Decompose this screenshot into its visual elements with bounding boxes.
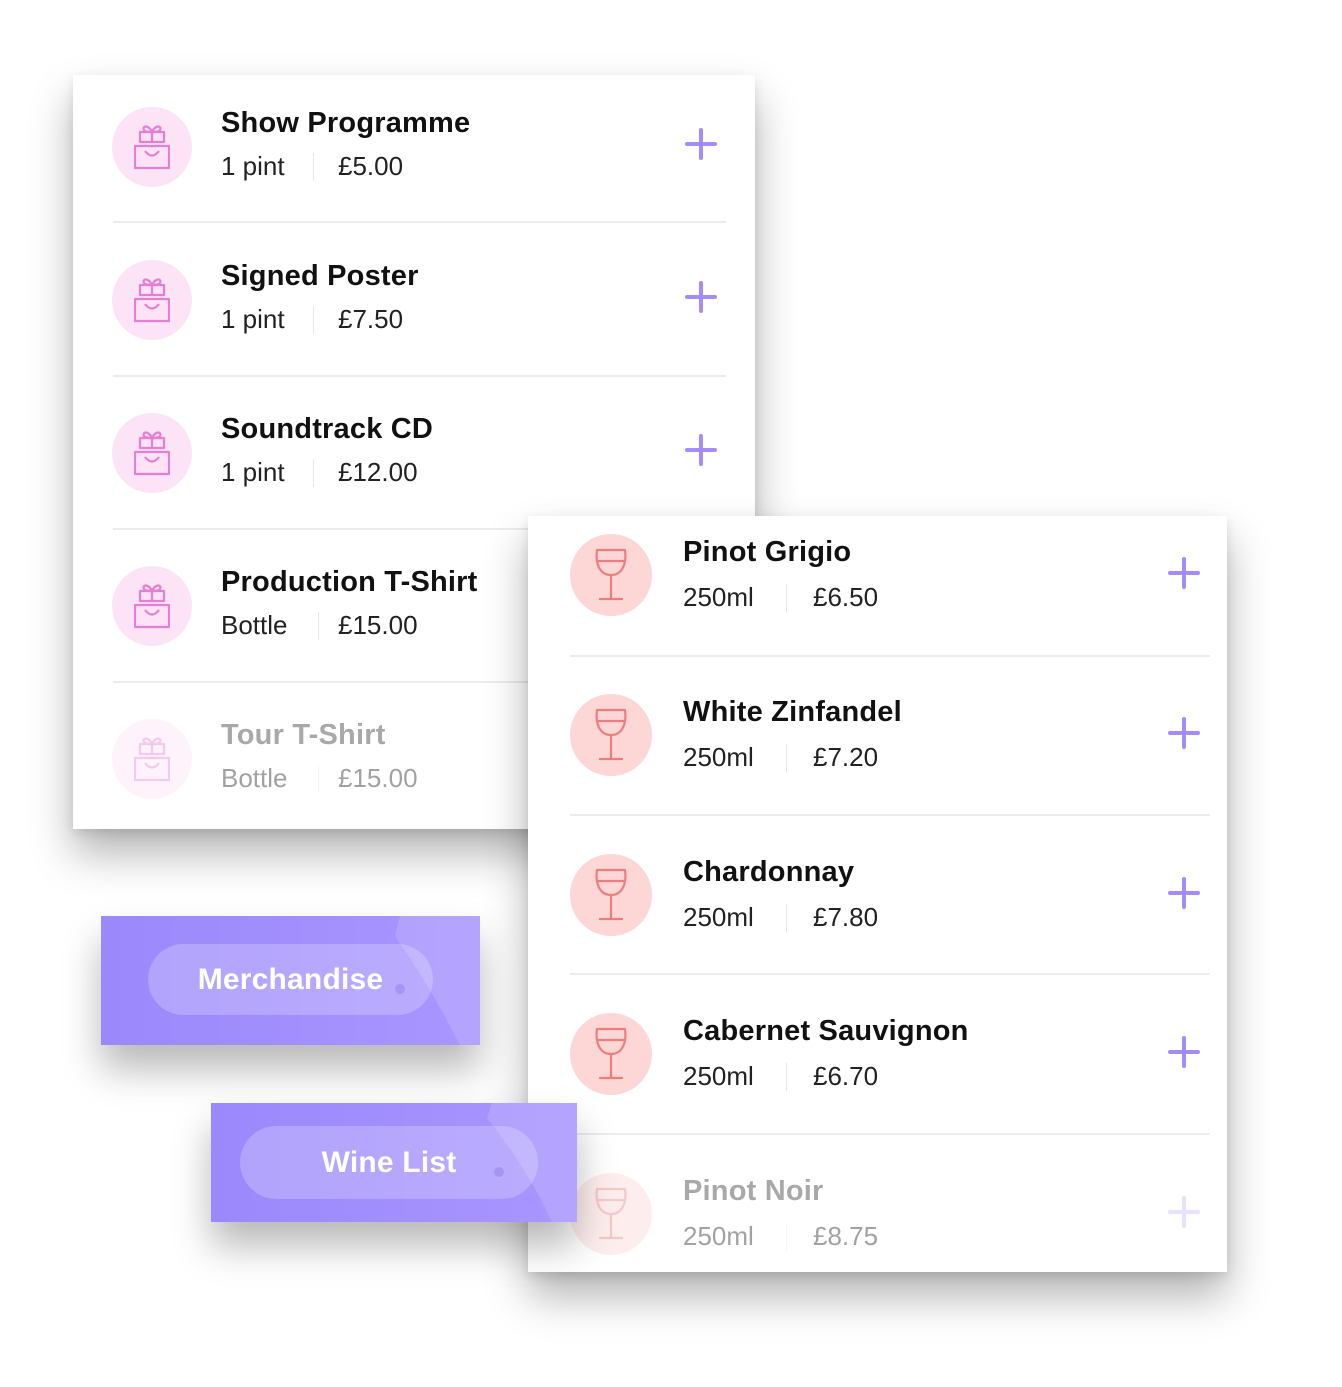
item-price: £7.20 — [813, 742, 879, 772]
item-size: 250ml — [683, 902, 754, 932]
merchandise-tab[interactable]: Merchandise — [101, 916, 480, 1045]
item-name: Cabernet Sauvignon — [683, 1015, 969, 1047]
meta-divider — [786, 1222, 787, 1251]
wine-glass-icon — [570, 534, 652, 616]
item-meta: 1 pint £12.00 — [221, 457, 418, 488]
wine-glass-icon — [570, 854, 652, 936]
add-item-button[interactable] — [685, 434, 717, 466]
list-item[interactable]: White Zinfandel 250ml £7.20 — [528, 676, 1227, 815]
item-size: 1 pint — [221, 151, 285, 181]
item-price: £6.70 — [813, 1061, 879, 1091]
item-name: Pinot Noir — [683, 1175, 824, 1207]
add-item-button[interactable] — [1168, 877, 1200, 909]
item-size: Bottle — [221, 763, 288, 793]
row-divider — [113, 221, 726, 223]
add-item-button[interactable] — [1168, 1036, 1200, 1068]
meta-divider — [313, 458, 314, 487]
list-item[interactable]: Pinot Grigio 250ml £6.50 — [528, 516, 1227, 655]
meta-divider — [786, 743, 787, 772]
row-divider — [570, 1133, 1210, 1135]
item-name: Pinot Grigio — [683, 536, 852, 568]
list-item[interactable]: Chardonnay 250ml £7.80 — [528, 836, 1227, 975]
item-size: 1 pint — [221, 304, 285, 334]
gift-bag-icon — [112, 566, 192, 646]
row-divider — [570, 655, 1210, 657]
add-item-button[interactable] — [1168, 717, 1200, 749]
add-item-button[interactable] — [1168, 557, 1200, 589]
wine-list-card: Pinot Grigio 250ml £6.50 White Zinfandel… — [528, 516, 1227, 1272]
row-divider — [570, 814, 1210, 816]
item-name: Signed Poster — [221, 260, 419, 292]
add-item-button[interactable] — [685, 128, 717, 160]
wine-list-tab[interactable]: Wine List — [211, 1103, 577, 1222]
item-name: Production T-Shirt — [221, 566, 478, 598]
gift-bag-icon — [112, 413, 192, 493]
item-price: £7.80 — [813, 902, 879, 932]
item-size: 250ml — [683, 582, 754, 612]
gift-bag-icon — [112, 107, 192, 187]
item-meta: 250ml £7.20 — [683, 742, 878, 773]
row-divider — [113, 375, 726, 377]
wine-glass-icon — [570, 1173, 652, 1255]
item-name: White Zinfandel — [683, 696, 902, 728]
list-item[interactable]: Signed Poster 1 pint £7.50 — [73, 228, 755, 375]
list-item[interactable]: Cabernet Sauvignon 250ml £6.70 — [528, 995, 1227, 1134]
item-price: £8.75 — [813, 1221, 879, 1251]
item-meta: 250ml £6.70 — [683, 1061, 878, 1092]
item-price: £15.00 — [338, 610, 418, 640]
meta-divider — [786, 583, 787, 612]
gift-bag-icon — [112, 719, 192, 799]
meta-divider — [786, 1062, 787, 1091]
item-name: Chardonnay — [683, 856, 855, 888]
list-item[interactable]: Show Programme 1 pint £5.00 — [73, 75, 755, 222]
add-item-button[interactable] — [1168, 1196, 1200, 1228]
meta-divider — [318, 764, 319, 793]
merchandise-tab-label[interactable]: Merchandise — [148, 944, 433, 1015]
meta-divider — [786, 903, 787, 932]
item-meta: 250ml £6.50 — [683, 582, 878, 613]
meta-divider — [313, 152, 314, 181]
item-size: 250ml — [683, 1221, 754, 1251]
item-name: Soundtrack CD — [221, 413, 434, 445]
item-price: £6.50 — [813, 582, 879, 612]
list-item[interactable]: Soundtrack CD 1 pint £12.00 — [73, 381, 755, 528]
item-size: Bottle — [221, 610, 288, 640]
item-meta: 250ml £8.75 — [683, 1221, 878, 1252]
item-price: £15.00 — [338, 763, 418, 793]
item-meta: Bottle £15.00 — [221, 763, 418, 794]
meta-divider — [313, 305, 314, 334]
item-meta: 1 pint £5.00 — [221, 151, 403, 182]
wine-glass-icon — [570, 694, 652, 776]
gift-bag-icon — [112, 260, 192, 340]
wine-glass-icon — [570, 1013, 652, 1095]
item-name: Show Programme — [221, 107, 471, 139]
item-size: 250ml — [683, 1061, 754, 1091]
add-item-button[interactable] — [685, 281, 717, 313]
item-price: £12.00 — [338, 457, 418, 487]
item-price: £7.50 — [338, 304, 404, 334]
item-meta: 1 pint £7.50 — [221, 304, 403, 335]
row-divider — [570, 973, 1210, 975]
item-price: £5.00 — [338, 151, 404, 181]
item-size: 1 pint — [221, 457, 285, 487]
wine-list-tab-label[interactable]: Wine List — [240, 1126, 538, 1199]
meta-divider — [318, 611, 319, 640]
list-item[interactable]: Pinot Noir 250ml £8.75 — [528, 1155, 1227, 1272]
item-meta: Bottle £15.00 — [221, 610, 418, 641]
item-meta: 250ml £7.80 — [683, 902, 878, 933]
item-name: Tour T-Shirt — [221, 719, 386, 751]
item-size: 250ml — [683, 742, 754, 772]
